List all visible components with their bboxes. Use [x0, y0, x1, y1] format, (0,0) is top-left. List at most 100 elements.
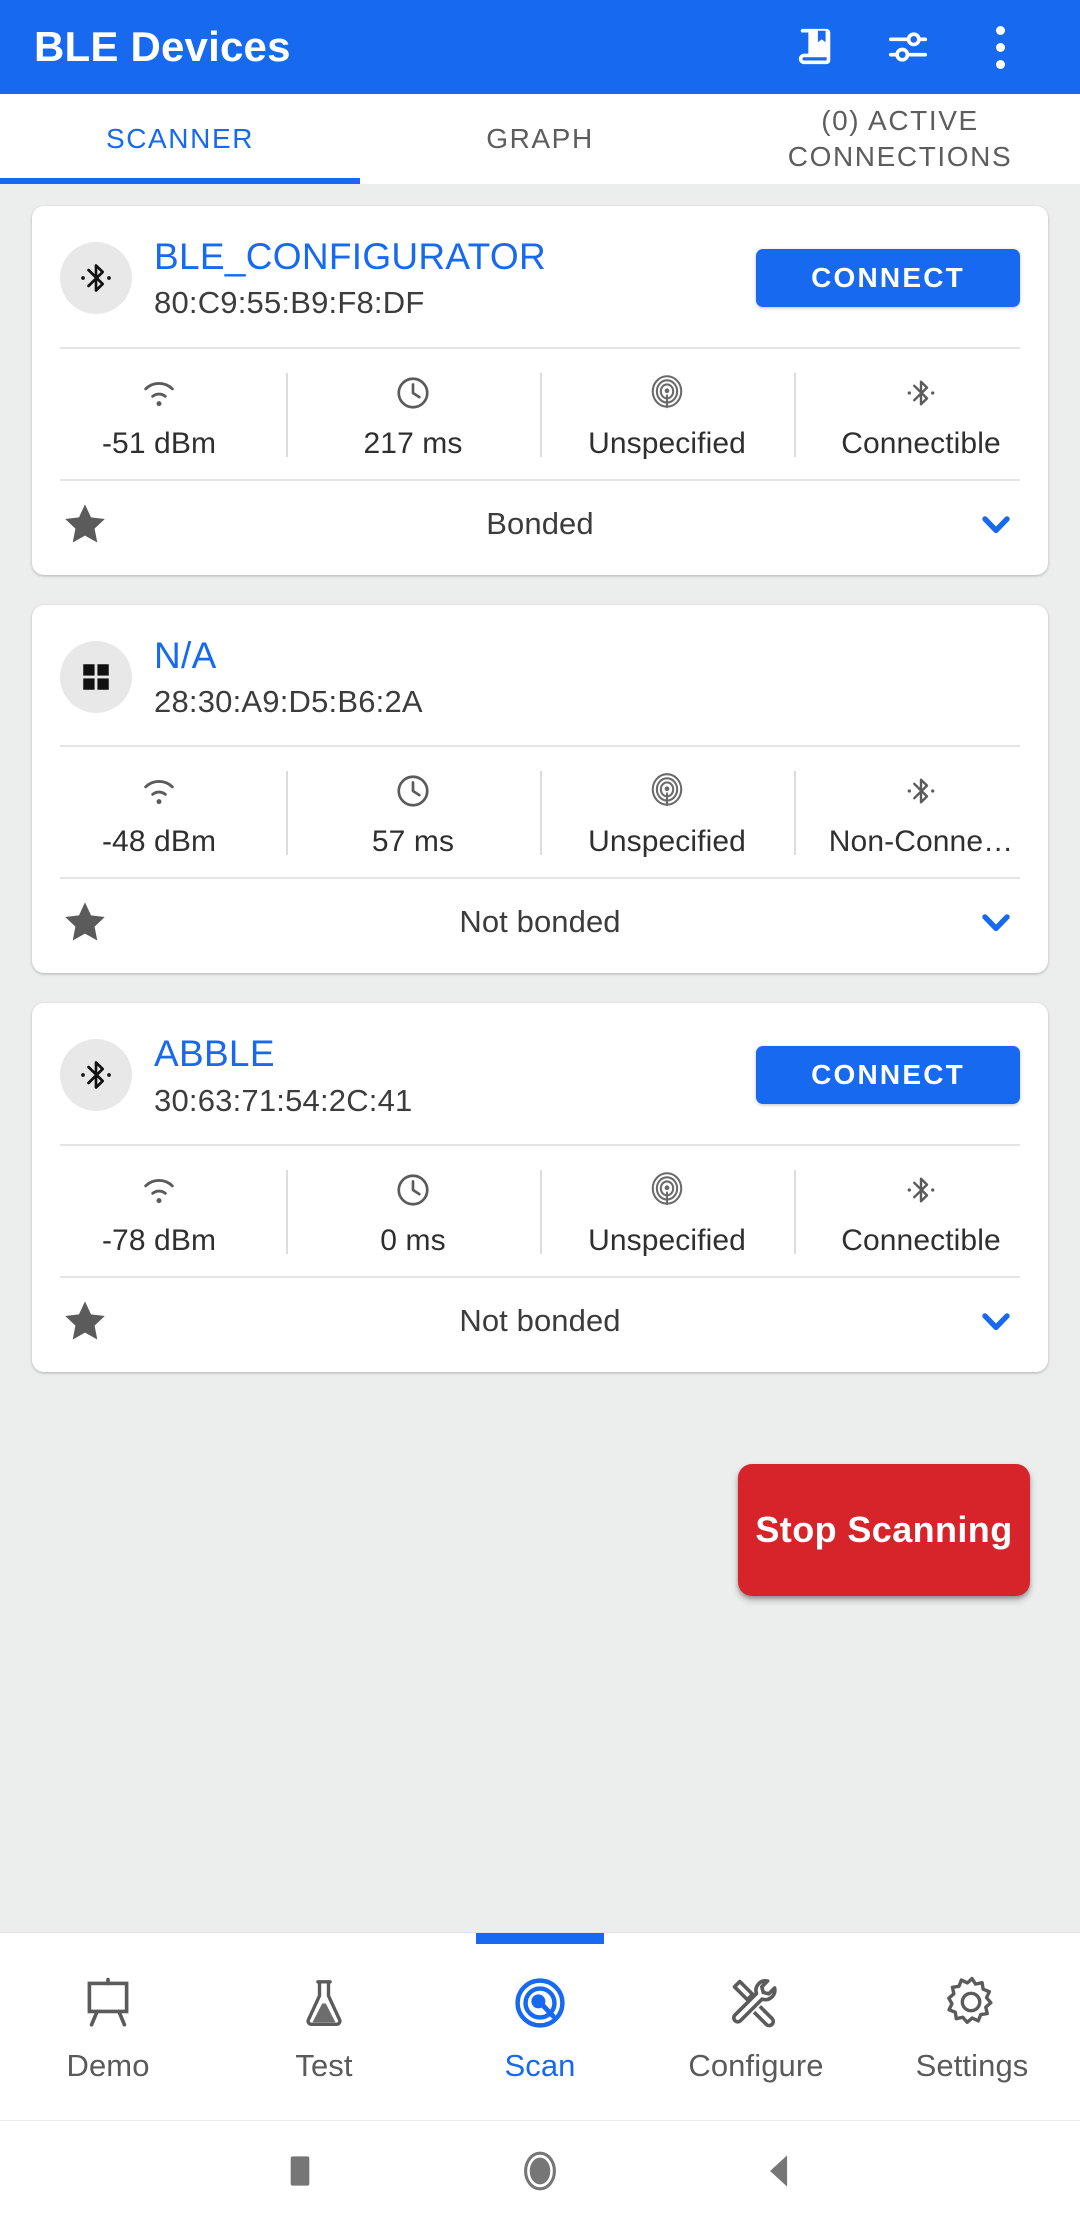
bottom-navigation: Demo Test Scan Configure Settings	[0, 1932, 1080, 2120]
metric-rssi-value: -78 dBm	[101, 1223, 217, 1257]
favorite-star-button[interactable]	[60, 499, 110, 549]
connect-button[interactable]: CONNECT	[756, 249, 1020, 308]
back-button[interactable]	[660, 2151, 900, 2196]
device-card-footer: Bonded	[32, 481, 1048, 575]
nav-item-settings-label: Settings	[915, 2047, 1029, 2083]
chevron-down-icon	[982, 914, 1010, 932]
device-list[interactable]: BLE_CONFIGURATOR 80:C9:55:B9:F8:DF CONNE…	[0, 184, 1080, 1932]
metric-interval: 217 ms	[286, 369, 540, 461]
advertising-rings-icon	[648, 1166, 686, 1214]
page-title: BLE Devices	[34, 23, 291, 70]
bond-state: Bonded	[486, 505, 594, 541]
device-mac-address: 30:63:71:54:2C:41	[154, 1082, 413, 1118]
nav-item-scan[interactable]: Scan	[432, 1933, 648, 2120]
bond-state: Not bonded	[459, 904, 621, 940]
device-avatar	[60, 242, 132, 315]
metric-interval-value: 57 ms	[371, 825, 455, 859]
bookmarks-icon	[793, 24, 839, 70]
clock-icon	[394, 1166, 432, 1214]
expand-chevron-button[interactable]	[972, 1297, 1020, 1345]
metric-connectable-value: Non-Conne…	[828, 825, 1014, 859]
device-mac-address: 28:30:A9:D5:B6:2A	[154, 683, 423, 719]
target-scan-icon	[512, 1970, 568, 2036]
expand-chevron-button[interactable]	[972, 898, 1020, 946]
device-card-header: ABBLE 30:63:71:54:2C:41 CONNECT	[32, 1003, 1048, 1144]
metric-appearance-value: Unspecified	[588, 1223, 746, 1257]
tab-graph[interactable]: GRAPH	[360, 94, 720, 184]
nav-item-test-label: Test	[295, 2047, 353, 2083]
clock-icon	[394, 369, 432, 417]
star-icon	[65, 1301, 105, 1340]
metric-appearance-value: Unspecified	[588, 825, 746, 859]
tab-scanner[interactable]: SCANNER	[0, 94, 360, 184]
device-info: ABBLE 30:63:71:54:2C:41	[154, 1033, 756, 1118]
filter-settings-button[interactable]	[862, 1, 954, 93]
device-mac-address: 80:C9:55:B9:F8:DF	[154, 285, 425, 321]
device-name: BLE_CONFIGURATOR	[154, 236, 546, 277]
metric-connectable: Non-Conne…	[794, 767, 1048, 859]
device-card[interactable]: N/A 28:30:A9:D5:B6:2A -48 dBm 57 ms Unsp…	[32, 604, 1048, 974]
clock-icon	[394, 767, 432, 815]
tab-active-connections[interactable]: (0) ACTIVE CONNECTIONS	[720, 94, 1080, 184]
metric-connectable: Connectible	[794, 369, 1048, 461]
nav-item-settings[interactable]: Settings	[864, 1933, 1080, 2120]
metric-rssi: -51 dBm	[32, 369, 286, 461]
circle-icon	[519, 2147, 561, 2200]
nav-item-configure[interactable]: Configure	[648, 1933, 864, 2120]
wrench-screwdriver-icon	[727, 1970, 785, 2036]
metric-rssi: -78 dBm	[32, 1166, 286, 1258]
bluetooth-icon	[81, 264, 111, 293]
app-root: BLE Devices SCANNER GRAPH (0) ACTIVE CON…	[0, 0, 1080, 2226]
gear-icon	[943, 1970, 1001, 2036]
app-bar: BLE Devices	[0, 0, 1080, 94]
bluetooth-connectable-icon	[903, 767, 939, 815]
grid-squares-icon	[83, 664, 109, 690]
overflow-menu-button[interactable]	[954, 1, 1046, 93]
metric-connectable: Connectible	[794, 1166, 1048, 1258]
bookmarks-button[interactable]	[770, 1, 862, 93]
connect-button[interactable]: CONNECT	[756, 1046, 1020, 1105]
nav-item-configure-label: Configure	[688, 2047, 824, 2083]
filter-settings-icon	[885, 24, 931, 70]
metric-appearance: Unspecified	[540, 1166, 794, 1258]
expand-chevron-button[interactable]	[972, 500, 1020, 548]
nav-item-scan-label: Scan	[504, 2047, 576, 2083]
metric-appearance: Unspecified	[540, 767, 794, 859]
bluetooth-connectable-icon	[903, 369, 939, 417]
nav-item-demo-label: Demo	[66, 2047, 150, 2083]
signal-strength-icon	[139, 767, 179, 815]
signal-strength-icon	[139, 1166, 179, 1214]
nav-item-demo[interactable]: Demo	[0, 1933, 216, 2120]
star-icon	[65, 902, 105, 941]
device-card[interactable]: BLE_CONFIGURATOR 80:C9:55:B9:F8:DF CONNE…	[32, 206, 1048, 575]
scan-action-area: Stop Scanning	[32, 1402, 1048, 1596]
metric-connectable-value: Connectible	[841, 1223, 1001, 1257]
favorite-star-button[interactable]	[60, 1296, 110, 1346]
tab-scanner-label: SCANNER	[105, 122, 255, 154]
device-card-header: N/A 28:30:A9:D5:B6:2A	[32, 605, 1048, 746]
advertising-rings-icon	[648, 369, 686, 417]
recent-apps-button[interactable]	[180, 2152, 420, 2195]
device-card[interactable]: ABBLE 30:63:71:54:2C:41 CONNECT -78 dBm …	[32, 1003, 1048, 1372]
device-card-footer: Not bonded	[32, 879, 1048, 973]
signal-strength-icon	[139, 369, 179, 417]
star-icon	[65, 503, 105, 543]
square-icon	[284, 2152, 316, 2195]
device-card-header: BLE_CONFIGURATOR 80:C9:55:B9:F8:DF CONNE…	[32, 206, 1048, 347]
favorite-star-button[interactable]	[60, 897, 110, 947]
device-metrics: -78 dBm 0 ms Unspecified Connectible	[32, 1146, 1048, 1276]
stop-scanning-button[interactable]: Stop Scanning	[738, 1463, 1030, 1596]
bluetooth-icon	[81, 1061, 111, 1090]
advertising-rings-icon	[648, 767, 686, 815]
device-avatar	[60, 640, 132, 713]
bluetooth-connectable-icon	[903, 1166, 939, 1214]
home-button[interactable]	[420, 2147, 660, 2200]
device-avatar	[60, 1039, 132, 1112]
flask-icon	[297, 1970, 351, 2036]
easel-presentation-icon	[79, 1970, 137, 2036]
nav-item-test[interactable]: Test	[216, 1933, 432, 2120]
bond-state: Not bonded	[459, 1302, 621, 1338]
metric-appearance-value: Unspecified	[588, 426, 746, 460]
device-info: BLE_CONFIGURATOR 80:C9:55:B9:F8:DF	[154, 236, 756, 321]
metric-rssi: -48 dBm	[32, 767, 286, 859]
